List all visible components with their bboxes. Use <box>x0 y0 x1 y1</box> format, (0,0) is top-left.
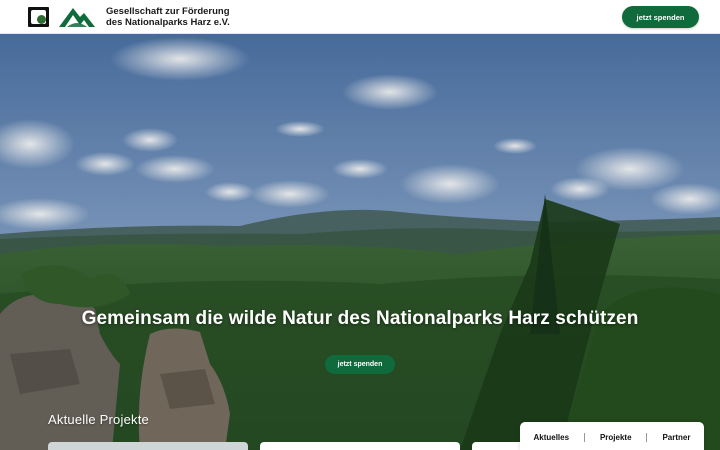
tab-partner[interactable]: Partner <box>662 433 690 442</box>
projects-section-title: Aktuelle Projekte <box>48 412 149 427</box>
tab-separator <box>646 432 648 442</box>
hero-title: Gemeinsam die wilde Natur des Nationalpa… <box>81 308 639 329</box>
org-name-line1: Gesellschaft zur Förderung <box>106 6 230 17</box>
tab-projekte[interactable]: Projekte <box>600 433 632 442</box>
site-header: Gesellschaft zur Förderung des Nationalp… <box>0 0 720 34</box>
tab-aktuelles[interactable]: Aktuelles <box>533 433 569 442</box>
hero-landscape-image <box>0 34 720 450</box>
organization-name[interactable]: Gesellschaft zur Förderung des Nationalp… <box>106 6 266 28</box>
hero-section: Gemeinsam die wilde Natur des Nationalpa… <box>0 34 720 450</box>
header-donate-button[interactable]: jetzt spenden <box>622 6 699 28</box>
hero-donate-button[interactable]: jetzt spenden <box>325 355 395 374</box>
tab-separator <box>584 432 585 442</box>
mountain-logo-icon[interactable] <box>58 5 96 29</box>
project-card[interactable] <box>260 442 460 450</box>
section-tab-bar: Aktuelles Projekte Partner <box>520 422 704 450</box>
org-name-line2: des Nationalparks Harz e.V. <box>106 16 230 28</box>
project-card[interactable] <box>48 442 248 450</box>
national-park-emblem-icon[interactable] <box>28 7 49 27</box>
